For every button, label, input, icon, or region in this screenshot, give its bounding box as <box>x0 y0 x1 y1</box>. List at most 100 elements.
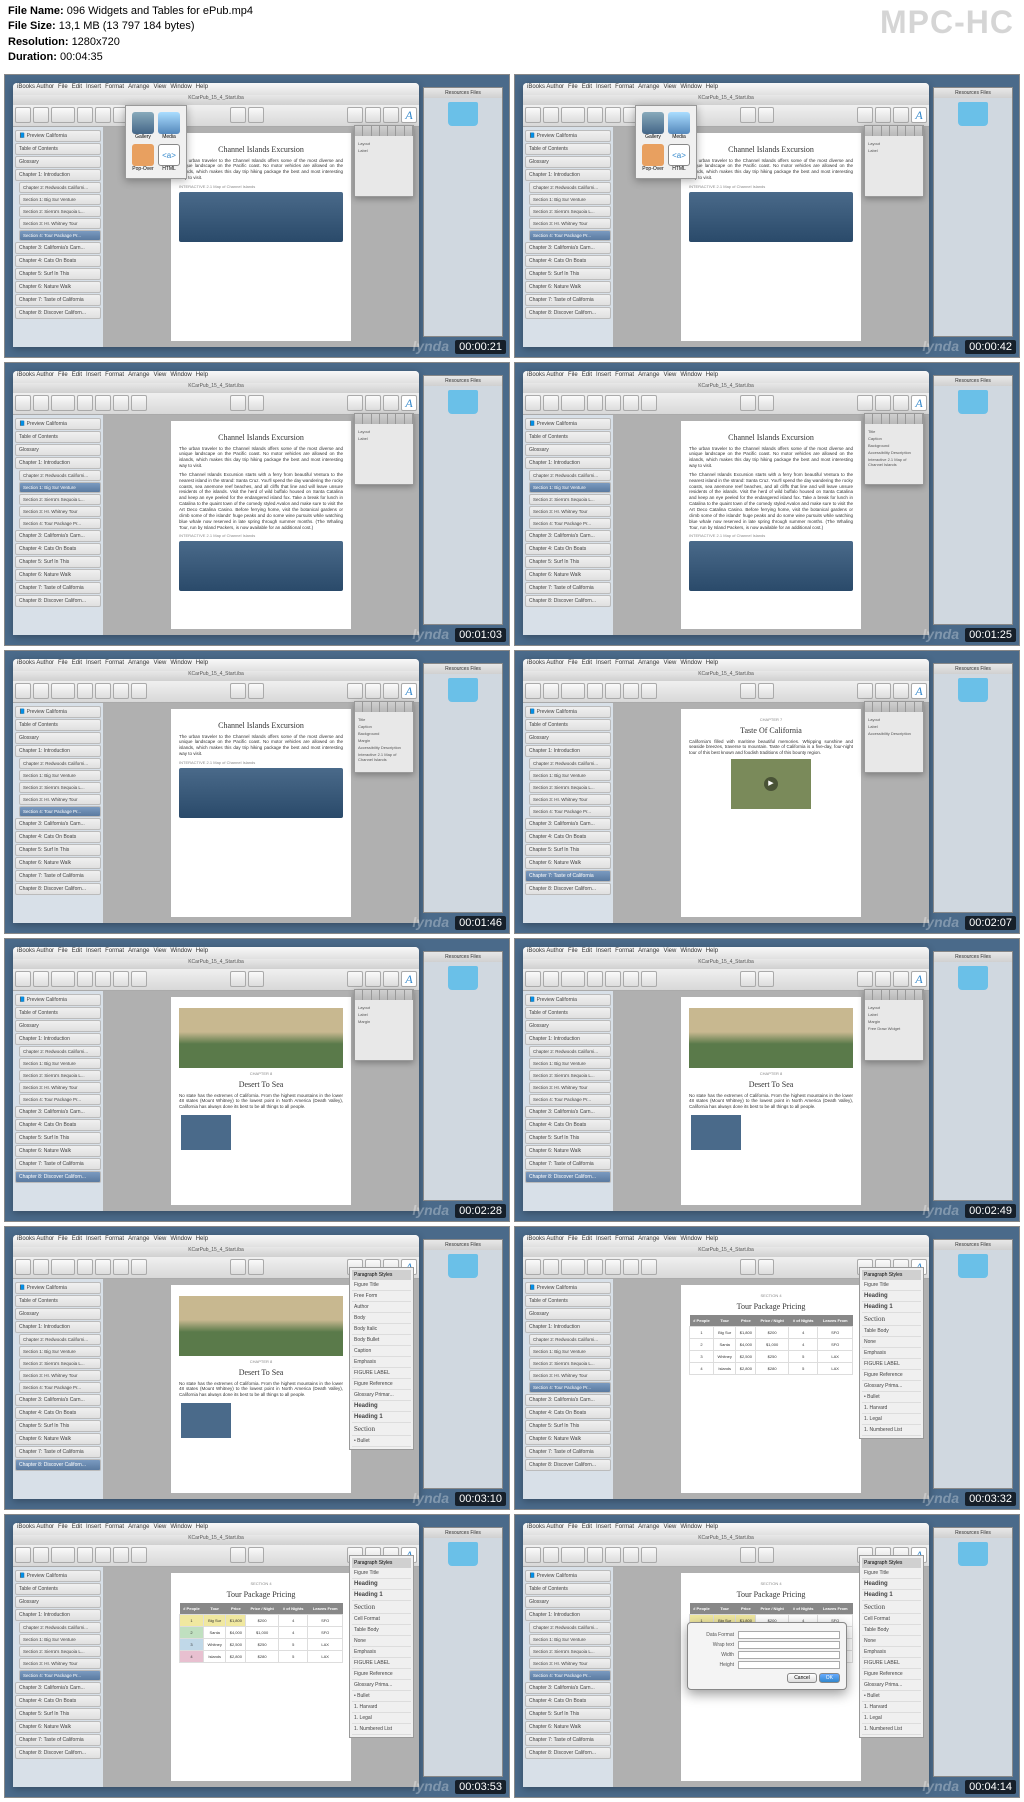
sidebar-item[interactable]: Section 3: HI. Whitney Tour <box>19 1370 101 1381</box>
sidebar-item[interactable]: Section 4: Tour Package Pr... <box>19 518 101 529</box>
view-btn[interactable] <box>15 1547 31 1563</box>
table-cell[interactable]: $1,800 <box>226 1614 246 1626</box>
sidebar[interactable]: 📘 Preview CaliforniaTable of ContentsGlo… <box>13 991 103 1211</box>
inspector-tab[interactable] <box>396 702 404 712</box>
sidebar-item[interactable]: Chapter 1: Introduction <box>525 1609 611 1621</box>
style-item[interactable]: Figure Reference <box>862 1370 921 1381</box>
sidebar-item[interactable]: Glossary <box>15 1596 101 1608</box>
preview-btn[interactable] <box>740 683 756 699</box>
sidebar[interactable]: 📘 Preview CaliforniaTable of ContentsGlo… <box>13 415 103 635</box>
inspector-field[interactable]: Label <box>868 148 920 153</box>
style-item[interactable]: Section <box>352 1423 411 1436</box>
resources-panel[interactable]: Resources Files <box>933 375 1013 625</box>
sidebar-item[interactable]: Section 3: HI. Whitney Tour <box>529 1082 611 1093</box>
gallery-icon[interactable] <box>132 112 154 134</box>
sidebar-item[interactable]: Glossary <box>525 1020 611 1032</box>
sidebar-item[interactable]: Chapter 4: Cats On Boats <box>15 1407 101 1419</box>
resources-panel[interactable]: Resources Files <box>933 663 1013 913</box>
table-header[interactable]: Leaves From <box>818 1603 853 1615</box>
video-thumbnail[interactable]: iBooks AuthorFileEditInsertFormatArrange… <box>4 1226 510 1510</box>
folder-icon[interactable] <box>448 678 478 702</box>
table-btn[interactable] <box>95 1259 111 1275</box>
style-item[interactable]: Section <box>862 1313 921 1326</box>
sections-btn[interactable] <box>33 395 49 411</box>
inspector-field[interactable]: Background <box>868 443 920 448</box>
sidebar[interactable]: 📘 Preview CaliforniaTable of ContentsGlo… <box>523 127 613 347</box>
video-thumbnail[interactable]: iBooks AuthorFileEditInsertFormatArrange… <box>514 938 1020 1222</box>
sidebar-item[interactable]: Section 2: Sierra's Sequoia L... <box>19 1070 101 1081</box>
sidebar-item[interactable]: Chapter 1: Introduction <box>525 745 611 757</box>
sidebar-item[interactable]: Chapter 7: Taste of California <box>15 1446 101 1458</box>
hero-image[interactable] <box>179 1008 343 1068</box>
toolbar[interactable]: A <box>523 105 929 127</box>
inspector-btn[interactable] <box>857 971 873 987</box>
media-btn[interactable] <box>875 395 891 411</box>
sidebar-item[interactable]: Chapter 4: Cats On Boats <box>525 1407 611 1419</box>
style-item[interactable]: None <box>862 1636 921 1647</box>
inspector-tab[interactable] <box>380 702 388 712</box>
gallery-icon[interactable] <box>642 112 664 134</box>
sidebar[interactable]: 📘 Preview CaliforniaTable of ContentsGlo… <box>13 1567 103 1787</box>
fonts-btn[interactable]: A <box>401 107 417 123</box>
inspector-tab[interactable] <box>405 990 413 1000</box>
media-icon[interactable] <box>668 112 690 134</box>
style-item[interactable]: Figure Reference <box>352 1669 411 1680</box>
sidebar-item[interactable]: Chapter 5: Surf In This <box>15 844 101 856</box>
widgets-popup[interactable]: GalleryMediaPop-Over<a>HTML <box>125 105 187 179</box>
ok-button[interactable]: OK <box>819 1673 840 1683</box>
inspector-btn[interactable] <box>857 395 873 411</box>
inspector-field[interactable]: Label <box>868 1012 920 1017</box>
style-item[interactable]: 1. Numbered List <box>352 1724 411 1735</box>
sidebar-item[interactable]: Chapter 8: Discover Californ... <box>15 883 101 895</box>
hero-image[interactable] <box>179 1296 343 1356</box>
media-btn[interactable] <box>365 107 381 123</box>
video-thumbnail[interactable]: iBooks AuthorFileEditInsertFormatArrange… <box>4 362 510 646</box>
textbox-btn[interactable] <box>51 1259 75 1275</box>
sidebar-item[interactable]: Section 1: Big Sur Venture <box>529 482 611 493</box>
media-btn[interactable] <box>365 395 381 411</box>
table-cell[interactable]: $280 <box>246 1650 279 1662</box>
sidebar-item[interactable]: Chapter 5: Surf In This <box>15 1420 101 1432</box>
sidebar-item[interactable]: Chapter 8: Discover Californ... <box>15 307 101 319</box>
widgets-btn[interactable] <box>641 683 657 699</box>
sidebar-item[interactable]: Chapter 5: Surf In This <box>525 1132 611 1144</box>
table-cell[interactable]: $2,500 <box>736 1350 756 1362</box>
style-item[interactable]: Heading <box>862 1579 921 1590</box>
sections-btn[interactable] <box>543 683 559 699</box>
sidebar-item[interactable]: Chapter 1: Introduction <box>525 1033 611 1045</box>
sidebar-item[interactable]: Chapter 4: Cats On Boats <box>525 543 611 555</box>
sidebar-item[interactable]: Section 2: Sierra's Sequoia L... <box>19 782 101 793</box>
table-cell[interactable]: LAX <box>818 1350 853 1362</box>
sidebar-item[interactable]: Chapter 5: Surf In This <box>15 1708 101 1720</box>
inspector-tab[interactable] <box>865 414 873 424</box>
sidebar-item[interactable]: Section 2: Sierra's Sequoia L... <box>529 1070 611 1081</box>
menubar[interactable]: iBooks AuthorFileEditInsertFormatArrange… <box>13 947 419 959</box>
document-page[interactable]: SECTION 4Tour Package Pricing# PeopleTou… <box>171 1573 351 1781</box>
sidebar[interactable]: 📘 Preview CaliforniaTable of ContentsGlo… <box>13 127 103 347</box>
style-item[interactable]: Emphasis <box>862 1348 921 1359</box>
widgets-popup[interactable]: GalleryMediaPop-Over<a>HTML <box>635 105 697 179</box>
sidebar-item[interactable]: Table of Contents <box>15 431 101 443</box>
view-btn[interactable] <box>15 107 31 123</box>
inspector-tab[interactable] <box>906 990 914 1000</box>
table-btn[interactable] <box>95 971 111 987</box>
book-title[interactable]: 📘 Preview California <box>525 706 611 718</box>
inspector-tab[interactable] <box>396 126 404 136</box>
table-cell[interactable]: $2,500 <box>226 1638 246 1650</box>
widgets-btn[interactable] <box>131 683 147 699</box>
style-item[interactable]: Cell Format <box>352 1614 411 1625</box>
widgets-btn[interactable] <box>131 1259 147 1275</box>
charts-btn[interactable] <box>623 971 639 987</box>
style-item[interactable]: 1. Legal <box>352 1713 411 1724</box>
style-item[interactable]: Section <box>352 1601 411 1614</box>
inspector-field[interactable]: Accessibility Description <box>868 450 920 455</box>
sidebar-item[interactable]: Section 1: Big Sur Venture <box>529 770 611 781</box>
inspector-tab[interactable] <box>372 414 380 424</box>
sidebar-item[interactable]: Chapter 4: Cats On Boats <box>15 1695 101 1707</box>
resources-panel[interactable]: Resources Files <box>933 1527 1013 1777</box>
sidebar-item[interactable]: Chapter 7: Taste of California <box>15 870 101 882</box>
style-item[interactable]: Figure Title <box>862 1280 921 1291</box>
video-thumbnail[interactable]: iBooks AuthorFileEditInsertFormatArrange… <box>514 74 1020 358</box>
inspector-tab[interactable] <box>882 990 890 1000</box>
style-item[interactable]: • Bullet <box>352 1436 411 1447</box>
